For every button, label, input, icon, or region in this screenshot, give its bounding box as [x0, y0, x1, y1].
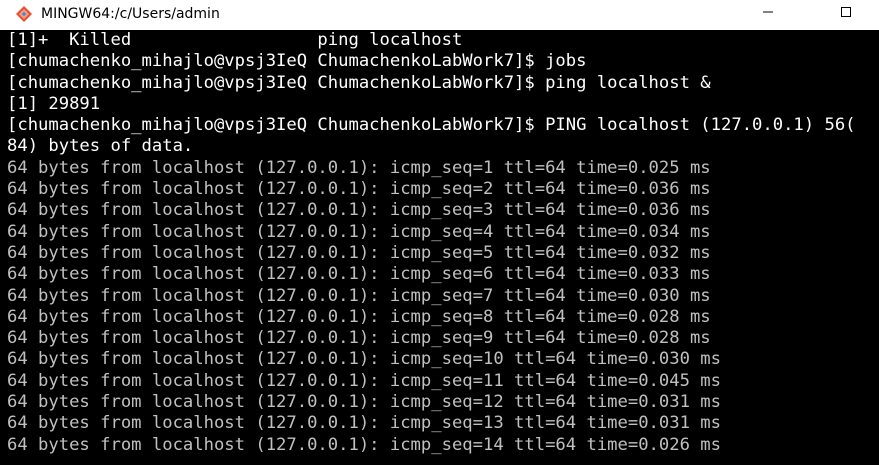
terminal-line: 84) bytes of data. [7, 136, 194, 157]
terminal-line: [chumachenko_mihajlo@vpsj3IeQ Chumachenk… [7, 51, 587, 72]
minimize-button[interactable] [745, 0, 791, 28]
ping-reply-line: 64 bytes from localhost (127.0.0.1): icm… [7, 285, 711, 306]
minimize-icon [762, 5, 774, 23]
maximize-button[interactable] [823, 0, 869, 28]
ping-reply-line: 64 bytes from localhost (127.0.0.1): icm… [7, 413, 721, 434]
ping-reply-line: 64 bytes from localhost (127.0.0.1): icm… [7, 221, 711, 242]
window-title: MINGW64:/c/Users/admin [41, 6, 220, 22]
title-bar[interactable]: MINGW64:/c/Users/admin [0, 0, 879, 28]
window-controls [745, 0, 879, 28]
ping-reply-line: 64 bytes from localhost (127.0.0.1): icm… [7, 328, 711, 349]
ping-reply-line: 64 bytes from localhost (127.0.0.1): icm… [7, 306, 711, 327]
ping-reply-line: 64 bytes from localhost (127.0.0.1): icm… [7, 200, 711, 221]
ping-reply-line: 64 bytes from localhost (127.0.0.1): icm… [7, 264, 711, 285]
terminal-window: MINGW64:/c/Users/admin [1]+ Killed ping … [0, 0, 879, 465]
ping-reply-line: 64 bytes from localhost (127.0.0.1): icm… [7, 157, 711, 178]
terminal-line: [1] 29891 [7, 93, 101, 114]
ping-reply-line: 64 bytes from localhost (127.0.0.1): icm… [7, 392, 721, 413]
terminal-line: [chumachenko_mihajlo@vpsj3IeQ Chumachenk… [7, 72, 711, 93]
terminal-line: [1]+ Killed ping localhost [7, 30, 463, 50]
ping-reply-line: 64 bytes from localhost (127.0.0.1): icm… [7, 434, 721, 455]
maximize-icon [840, 5, 852, 23]
ping-reply-line: 64 bytes from localhost (127.0.0.1): icm… [7, 242, 711, 263]
terminal-line: [chumachenko_mihajlo@vpsj3IeQ Chumachenk… [7, 115, 856, 136]
ping-reply-line: 64 bytes from localhost (127.0.0.1): icm… [7, 370, 721, 391]
git-diamond-icon [14, 4, 34, 24]
terminal-output[interactable]: [1]+ Killed ping localhost [chumachenko_m… [0, 30, 879, 465]
ping-reply-line: 64 bytes from localhost (127.0.0.1): icm… [7, 349, 721, 370]
ping-reply-line: 64 bytes from localhost (127.0.0.1): icm… [7, 179, 711, 200]
